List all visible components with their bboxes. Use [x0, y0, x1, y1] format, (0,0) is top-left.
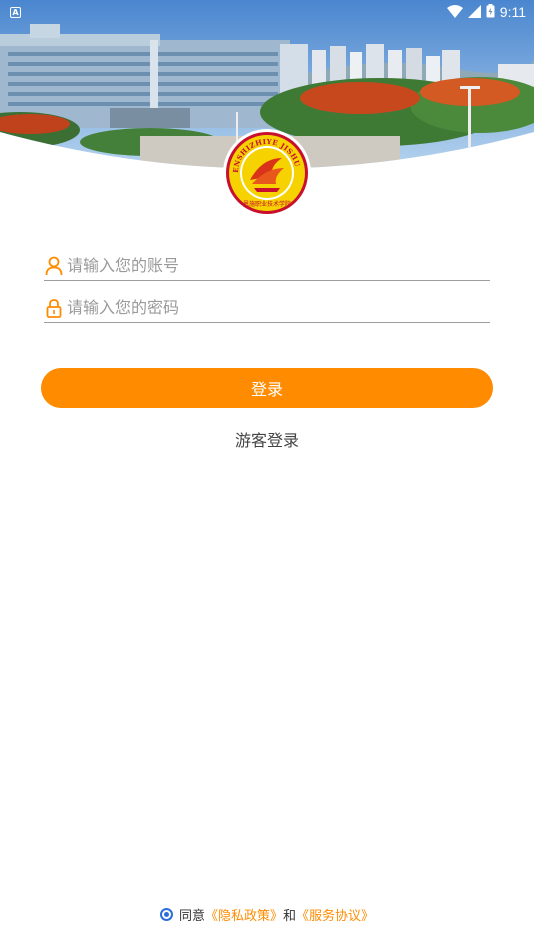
- guest-login-link[interactable]: 游客登录: [0, 427, 534, 451]
- lock-icon: [44, 297, 64, 319]
- agreement-row: 同意 《隐私政策》 和 《服务协议》: [0, 904, 534, 924]
- logo-bottom-text: 恩施职业技术学院: [243, 200, 291, 208]
- and-text: 和: [283, 908, 297, 924]
- wifi-icon: [446, 3, 463, 22]
- status-bar: A 9:11: [0, 0, 534, 24]
- account-input[interactable]: [64, 251, 490, 280]
- battery-icon: [486, 3, 495, 22]
- privacy-policy-link[interactable]: 《隐私政策》: [205, 905, 283, 924]
- college-logo: ENSHIZHIYE JISHU XUEYUAN 恩施职业技术学院: [218, 121, 312, 218]
- signal-icon: [467, 3, 481, 22]
- agree-radio[interactable]: [159, 907, 173, 921]
- account-field[interactable]: [44, 251, 490, 281]
- user-icon: [44, 255, 64, 277]
- status-time: 9:11: [499, 4, 526, 20]
- password-input[interactable]: [64, 293, 490, 322]
- service-agreement-link[interactable]: 《服务协议》: [296, 905, 374, 924]
- login-button[interactable]: 登录: [41, 368, 493, 408]
- notification-icon: A: [10, 6, 21, 18]
- password-field[interactable]: [44, 293, 490, 323]
- agree-text: 同意: [178, 908, 205, 924]
- radio-checked-dot: [163, 911, 169, 917]
